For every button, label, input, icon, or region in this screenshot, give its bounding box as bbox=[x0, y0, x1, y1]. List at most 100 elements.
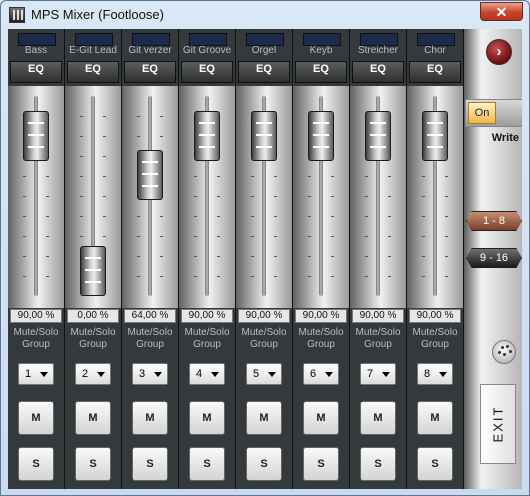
fader-tick bbox=[194, 216, 197, 217]
eq-button[interactable]: EQ bbox=[67, 61, 119, 83]
volume-value: 90,00 % bbox=[409, 309, 461, 323]
close-button[interactable]: ✕ bbox=[480, 2, 523, 21]
volume-fader[interactable] bbox=[251, 111, 277, 161]
fader-tick bbox=[251, 236, 254, 237]
fader-tick bbox=[445, 276, 448, 277]
channel-name: Keyb bbox=[309, 45, 333, 56]
mute-button[interactable]: M bbox=[360, 401, 396, 435]
chevron-down-icon bbox=[382, 372, 390, 377]
volume-value: 90,00 % bbox=[10, 309, 62, 323]
eq-button[interactable]: EQ bbox=[181, 61, 233, 83]
write-toggle[interactable]: On bbox=[465, 99, 522, 127]
volume-value: 0,00 % bbox=[67, 309, 119, 323]
solo-button[interactable]: S bbox=[132, 447, 168, 481]
volume-fader[interactable] bbox=[23, 111, 49, 161]
volume-fader[interactable] bbox=[194, 111, 220, 161]
fader-tick bbox=[217, 276, 220, 277]
fader-tick bbox=[103, 136, 106, 137]
solo-button[interactable]: S bbox=[18, 447, 54, 481]
group-select[interactable]: 8 bbox=[417, 363, 453, 385]
eq-button[interactable]: EQ bbox=[409, 61, 461, 83]
solo-button[interactable]: S bbox=[189, 447, 225, 481]
group-select[interactable]: 4 bbox=[189, 363, 225, 385]
fader-tick bbox=[160, 256, 163, 257]
fader-tick bbox=[388, 216, 391, 217]
fader-tick bbox=[46, 256, 49, 257]
mute-button[interactable]: M bbox=[18, 401, 54, 435]
group-select[interactable]: 3 bbox=[132, 363, 168, 385]
volume-value: 64,00 % bbox=[124, 309, 176, 323]
volume-fader[interactable] bbox=[308, 111, 334, 161]
fader-tick bbox=[422, 196, 425, 197]
fader-tick bbox=[388, 236, 391, 237]
mute-solo-group-label: Mute/Solo Group bbox=[70, 327, 116, 350]
eq-button[interactable]: EQ bbox=[238, 61, 290, 83]
channel-strip: Git verzer EQ 64,00 % Mute/Solo Group 3 M S bbox=[122, 29, 179, 489]
channel-strip: Keyb EQ 90,00 % Mute/Solo Group 6 M S bbox=[293, 29, 350, 489]
mute-button[interactable]: M bbox=[75, 401, 111, 435]
fader-tick bbox=[137, 256, 140, 257]
mute-solo-group-label: Mute/Solo Group bbox=[355, 327, 401, 350]
fader-tick bbox=[445, 196, 448, 197]
fader-tick bbox=[274, 236, 277, 237]
fader-tick bbox=[331, 216, 334, 217]
fader-tick bbox=[365, 256, 368, 257]
fader-tick bbox=[80, 196, 83, 197]
chevron-down-icon bbox=[439, 372, 447, 377]
fader-tick bbox=[388, 276, 391, 277]
mute-button[interactable]: M bbox=[246, 401, 282, 435]
fader-tick bbox=[46, 236, 49, 237]
group-select[interactable]: 7 bbox=[360, 363, 396, 385]
eq-button[interactable]: EQ bbox=[352, 61, 404, 83]
fader-tick bbox=[274, 216, 277, 217]
chevron-down-icon bbox=[154, 372, 162, 377]
solo-button[interactable]: S bbox=[417, 447, 453, 481]
fader-tick bbox=[251, 256, 254, 257]
fader-tick bbox=[103, 116, 106, 117]
fader-tick bbox=[194, 276, 197, 277]
eq-button[interactable]: EQ bbox=[124, 61, 176, 83]
eq-button[interactable]: EQ bbox=[295, 61, 347, 83]
fader-area bbox=[179, 86, 235, 308]
solo-button[interactable]: S bbox=[75, 447, 111, 481]
fader-tick bbox=[160, 276, 163, 277]
group-select[interactable]: 1 bbox=[18, 363, 54, 385]
mute-button[interactable]: M bbox=[189, 401, 225, 435]
bank-1-8-button[interactable]: 1 - 8 bbox=[466, 211, 522, 231]
exit-button[interactable]: EXIT bbox=[480, 384, 516, 464]
group-select[interactable]: 2 bbox=[75, 363, 111, 385]
group-select[interactable]: 5 bbox=[246, 363, 282, 385]
channel-name: Streicher bbox=[357, 45, 398, 56]
mixer-window: MPS Mixer (Footloose) ✕ Bass EQ 90,00 % Mut… bbox=[0, 0, 530, 496]
mute-button[interactable]: M bbox=[303, 401, 339, 435]
fader-tick bbox=[46, 276, 49, 277]
write-label: Write bbox=[491, 132, 519, 144]
solo-button[interactable]: S bbox=[303, 447, 339, 481]
eq-button[interactable]: EQ bbox=[10, 61, 62, 83]
fader-tick bbox=[23, 216, 26, 217]
bank-9-16-button[interactable]: 9 - 16 bbox=[466, 248, 522, 268]
channel-strip: Orgel EQ 90,00 % Mute/Solo Group 5 M S bbox=[236, 29, 293, 489]
volume-fader[interactable] bbox=[422, 111, 448, 161]
volume-fader[interactable] bbox=[137, 150, 163, 200]
fader-tick bbox=[365, 236, 368, 237]
fader-tick bbox=[217, 196, 220, 197]
next-page-button[interactable]: › bbox=[486, 39, 512, 65]
fader-tick bbox=[160, 116, 163, 117]
fader-tick bbox=[46, 216, 49, 217]
group-select[interactable]: 6 bbox=[303, 363, 339, 385]
side-panel: › On Write 1 - 8 9 - 16 EXIT bbox=[464, 29, 522, 489]
solo-button[interactable]: S bbox=[246, 447, 282, 481]
fader-area bbox=[122, 86, 178, 308]
volume-value: 90,00 % bbox=[181, 309, 233, 323]
fader-area bbox=[407, 86, 463, 308]
fader-tick bbox=[103, 236, 106, 237]
volume-fader[interactable] bbox=[365, 111, 391, 161]
group-select-value: 3 bbox=[139, 368, 146, 380]
mute-button[interactable]: M bbox=[132, 401, 168, 435]
volume-fader[interactable] bbox=[80, 246, 106, 296]
mute-button[interactable]: M bbox=[417, 401, 453, 435]
channel-strip: E-Git Lead EQ 0,00 % Mute/Solo Group 2 M S bbox=[65, 29, 122, 489]
solo-button[interactable]: S bbox=[360, 447, 396, 481]
fader-tick bbox=[137, 216, 140, 217]
